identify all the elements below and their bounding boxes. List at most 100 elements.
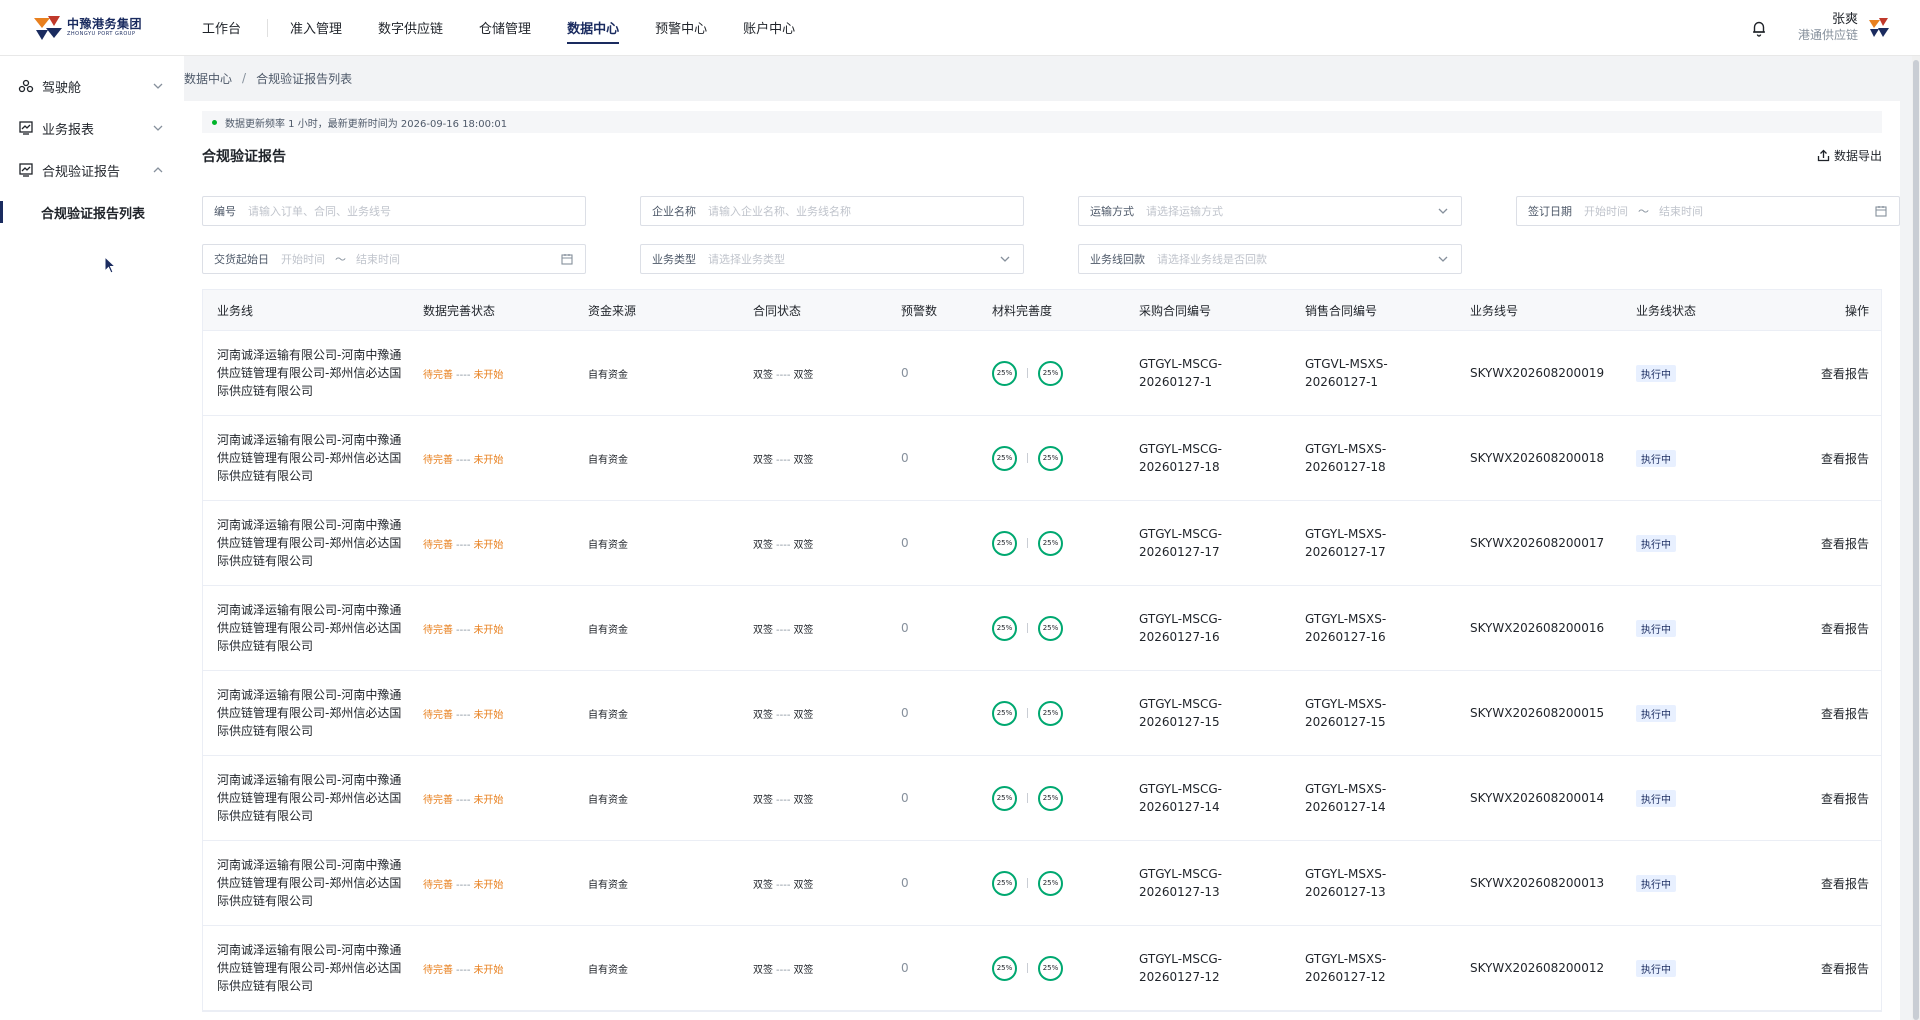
bell-icon[interactable]	[1750, 19, 1768, 37]
data-status: 待完善 ---- 未开始	[423, 539, 504, 551]
company-input[interactable]: 请输入企业名称、业务线名称	[708, 203, 851, 219]
fund-source: 自有资金	[588, 369, 628, 381]
sales-contract-no: GTGYL-MSXS- 20260127-14	[1305, 782, 1387, 814]
breadcrumb-current: 合规验证报告列表	[256, 71, 353, 86]
nav-alert-center[interactable]: 预警中心	[655, 0, 707, 56]
sidebar-item-label: 合规验证报告	[42, 164, 121, 180]
status-badge: 执行中	[1636, 619, 1676, 637]
progress-ring: 25%	[1038, 530, 1063, 556]
mouse-cursor-icon	[104, 256, 117, 274]
data-status: 待完善 ---- 未开始	[423, 964, 504, 976]
status-badge: 执行中	[1636, 959, 1676, 977]
view-report-link[interactable]: 查看报告	[1821, 367, 1869, 381]
sidebar-subitem-compliance-report-list[interactable]: 合规验证报告列表	[0, 191, 184, 233]
breadcrumb-parent[interactable]: 数据中心	[184, 70, 232, 87]
biz-line-no: SKYWX202608200017	[1470, 536, 1605, 550]
payback-select[interactable]: 业务线回款 请选择业务线是否回款	[1078, 244, 1462, 274]
progress-ring: 25%	[992, 360, 1017, 386]
code-input[interactable]: 请输入订单、合同、业务线号	[248, 203, 391, 219]
col-header: 业务线状态	[1636, 303, 1697, 318]
biz-line-name: 河南诚泽运输有限公司-河南中豫通供应链管理有限公司-郑州信必达国际供应链有限公司	[217, 433, 402, 483]
purchase-contract-no: GTGYL-MSCG- 20260127-18	[1139, 442, 1223, 474]
filter-label: 业务类型	[652, 253, 696, 266]
nav-account-center[interactable]: 账户中心	[743, 0, 795, 56]
status-dot	[212, 119, 217, 125]
nav-access-management[interactable]: 准入管理	[290, 0, 342, 56]
col-header: 业务线	[217, 303, 254, 318]
calendar-icon	[561, 254, 573, 265]
chevron-down-icon	[1438, 208, 1448, 214]
user-area: 张爽 港通供应链	[1750, 12, 1890, 43]
view-report-link[interactable]: 查看报告	[1821, 877, 1869, 891]
scrollbar-thumb[interactable]	[1913, 60, 1919, 1020]
material-completeness: 25% 25%	[992, 615, 1125, 641]
data-status: 待完善 ---- 未开始	[423, 454, 504, 466]
sign-date-range[interactable]: 签订日期 开始时间 ～ 结束时间	[1516, 196, 1900, 226]
biz-line-name: 河南诚泽运输有限公司-河南中豫通供应链管理有限公司-郑州信必达国际供应链有限公司	[217, 943, 402, 993]
sidebar-item-business-report[interactable]: 业务报表	[0, 107, 184, 149]
purchase-contract-no: GTGYL-MSCG- 20260127-1	[1139, 357, 1223, 389]
biz-line-no: SKYWX202608200019	[1470, 366, 1605, 380]
table-row: 河南诚泽运输有限公司-河南中豫通供应链管理有限公司-郑州信必达国际供应链有限公司…	[203, 586, 1881, 671]
sidebar-item-compliance-report[interactable]: 合规验证报告	[0, 149, 184, 191]
export-button[interactable]: 数据导出	[1817, 147, 1882, 164]
sales-contract-no: GTGYL-MSXS- 20260127-17	[1305, 527, 1387, 559]
fund-source: 自有资金	[588, 794, 628, 806]
status-badge: 执行中	[1636, 789, 1676, 807]
table-row: 河南诚泽运输有限公司-河南中豫通供应链管理有限公司-郑州信必达国际供应链有限公司…	[203, 926, 1881, 1011]
logo-text-en: ZHONGYU PORT GROUP	[67, 31, 136, 37]
sales-contract-no: GTGVL-MSXS- 20260127-1	[1305, 357, 1388, 389]
contract-status: 双签 ---- 双签	[753, 794, 814, 806]
biz-type-select[interactable]: 业务类型 请选择业务类型	[640, 244, 1024, 274]
sales-contract-no: GTGYL-MSXS- 20260127-18	[1305, 442, 1387, 474]
contract-status: 双签 ---- 双签	[753, 454, 814, 466]
fund-source: 自有资金	[588, 624, 628, 636]
table-row: 河南诚泽运输有限公司-河南中豫通供应链管理有限公司-郑州信必达国际供应链有限公司…	[203, 841, 1881, 926]
contract-status: 双签 ---- 双签	[753, 624, 814, 636]
biz-line-no: SKYWX202608200018	[1470, 451, 1605, 465]
nav-warehouse-management[interactable]: 仓储管理	[479, 0, 531, 56]
avatar[interactable]	[1868, 17, 1890, 39]
user-name[interactable]: 张爽	[1798, 12, 1858, 28]
view-report-link[interactable]: 查看报告	[1821, 792, 1869, 806]
view-report-link[interactable]: 查看报告	[1821, 707, 1869, 721]
biz-line-no: SKYWX202608200015	[1470, 706, 1605, 720]
update-notice: 数据更新频率 1 小时，最新更新时间为 2026-09-16 18:00:01	[202, 111, 1882, 133]
progress-ring: 25%	[1038, 445, 1063, 471]
view-report-link[interactable]: 查看报告	[1821, 962, 1869, 976]
nav-divider	[267, 18, 269, 37]
delivery-date-start[interactable]: 开始时间	[281, 251, 325, 267]
nav-data-center[interactable]: 数据中心	[567, 0, 620, 56]
material-completeness: 25% 25%	[992, 530, 1125, 556]
col-header: 操作	[1844, 303, 1869, 318]
col-header: 采购合同编号	[1139, 303, 1212, 318]
purchase-contract-no: GTGYL-MSCG- 20260127-12	[1139, 952, 1223, 984]
sign-date-end[interactable]: 结束时间	[1659, 203, 1703, 219]
export-label: 数据导出	[1833, 149, 1882, 163]
biz-line-no: SKYWX202608200016	[1470, 621, 1605, 635]
material-completeness: 25% 25%	[992, 785, 1125, 811]
data-status: 待完善 ---- 未开始	[423, 369, 504, 381]
delivery-date-range[interactable]: 交货起始日 开始时间 ～ 结束时间	[202, 244, 586, 274]
table-row: 河南诚泽运输有限公司-河南中豫通供应链管理有限公司-郑州信必达国际供应链有限公司…	[203, 416, 1881, 501]
delivery-date-end[interactable]: 结束时间	[356, 251, 400, 267]
warning-count: 0	[901, 961, 909, 975]
sign-date-start[interactable]: 开始时间	[1584, 203, 1628, 219]
page-scrollbar[interactable]	[1912, 56, 1920, 1020]
nav-digital-supply-chain[interactable]: 数字供应链	[378, 0, 443, 56]
material-completeness: 25% 25%	[992, 360, 1125, 386]
sidebar-item-cockpit[interactable]: 驾驶舱	[0, 65, 184, 107]
view-report-link[interactable]: 查看报告	[1821, 622, 1869, 636]
report-chart-icon	[19, 121, 33, 135]
progress-ring: 25%	[1038, 360, 1063, 386]
view-report-link[interactable]: 查看报告	[1821, 452, 1869, 466]
code-filter[interactable]: 编号 请输入订单、合同、业务线号	[202, 196, 586, 226]
contract-status: 双签 ---- 双签	[753, 369, 814, 381]
sidebar-item-label: 驾驶舱	[42, 80, 82, 96]
view-report-link[interactable]: 查看报告	[1821, 537, 1869, 551]
col-header: 合同状态	[753, 303, 802, 318]
logo[interactable]: 中豫港务集团 ZHONGYU PORT GROUP	[32, 13, 144, 43]
nav-workbench[interactable]: 工作台	[202, 0, 241, 56]
company-filter[interactable]: 企业名称 请输入企业名称、业务线名称	[640, 196, 1024, 226]
transport-select[interactable]: 运输方式 请选择运输方式	[1078, 196, 1462, 226]
